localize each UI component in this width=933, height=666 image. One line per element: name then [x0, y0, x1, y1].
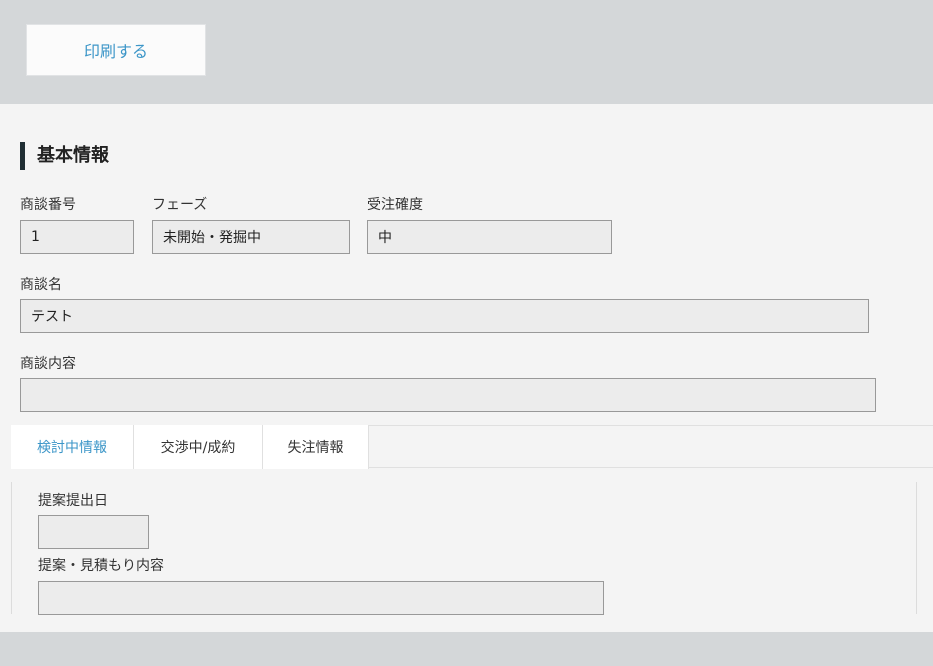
proposal-date-label: 提案提出日 — [38, 493, 108, 509]
section-title: 基本情報 — [20, 142, 109, 170]
tab-bar: 検討中情報 交渉中/成約 失注情報 — [11, 425, 933, 469]
order-probability-label: 受注確度 — [367, 197, 423, 213]
proposal-content-field[interactable] — [38, 581, 604, 615]
tab-content: 提案提出日 提案・見積もり内容 — [11, 482, 917, 615]
deal-content-field[interactable] — [20, 378, 876, 412]
proposal-date-field[interactable] — [38, 515, 149, 549]
print-button[interactable]: 印刷する — [26, 24, 206, 76]
deal-content-label: 商談内容 — [20, 356, 76, 372]
order-probability-field[interactable]: 中 — [367, 220, 612, 254]
tab-under-review[interactable]: 検討中情報 — [11, 425, 134, 469]
footer-bar — [0, 632, 933, 666]
deal-name-label: 商談名 — [20, 277, 62, 293]
phase-label: フェーズ — [152, 197, 208, 213]
deal-number-field[interactable]: 1 — [20, 220, 134, 254]
top-toolbar: 印刷する — [0, 0, 933, 104]
tab-negotiating-closed[interactable]: 交渉中/成約 — [134, 425, 263, 469]
deal-name-field[interactable]: テスト — [20, 299, 869, 333]
basic-info-panel: 基本情報 商談番号 フェーズ 受注確度 1 未開始・発掘中 中 商談名 テスト … — [0, 104, 933, 632]
deal-number-label: 商談番号 — [20, 197, 76, 213]
phase-field[interactable]: 未開始・発掘中 — [152, 220, 350, 254]
proposal-content-label: 提案・見積もり内容 — [38, 558, 164, 574]
tab-lost-order[interactable]: 失注情報 — [263, 425, 369, 469]
